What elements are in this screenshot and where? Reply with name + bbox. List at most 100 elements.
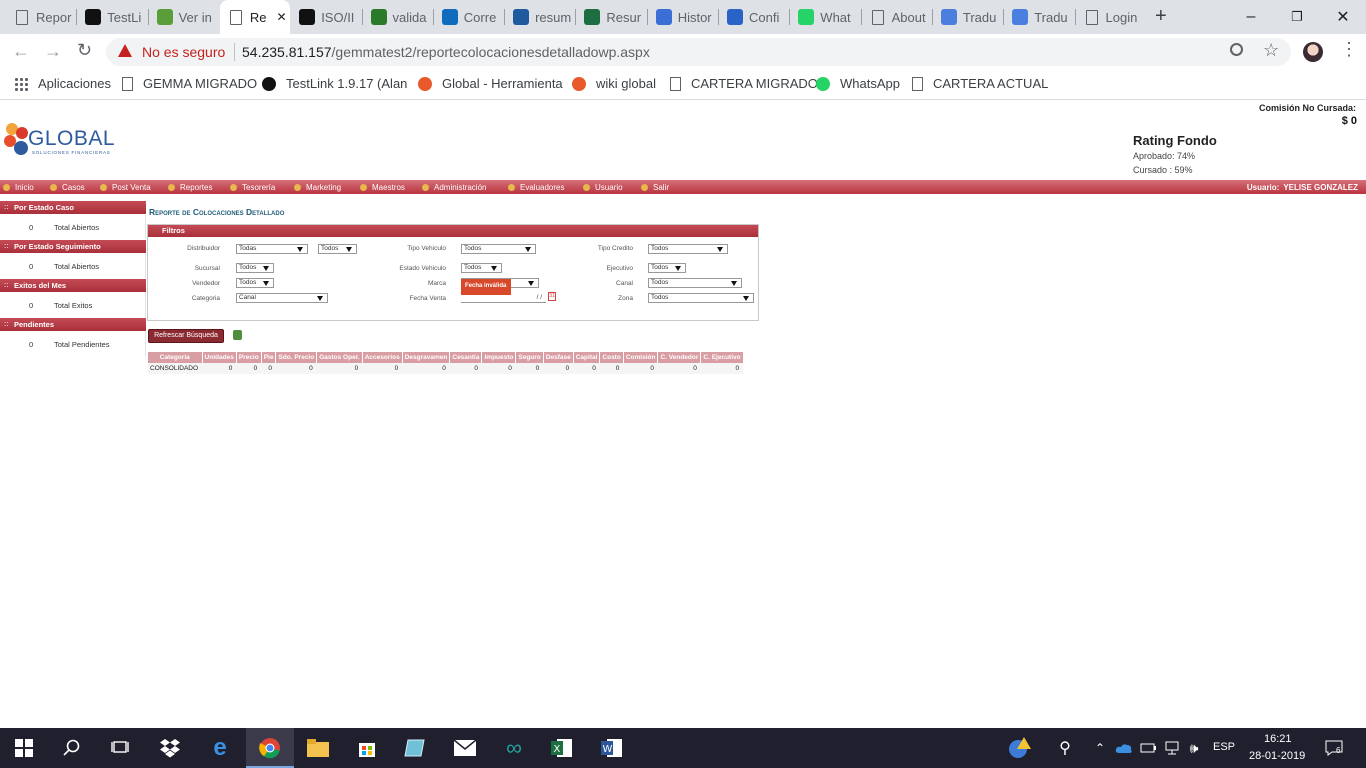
- search-icon[interactable]: [60, 736, 84, 760]
- menu-item-marketing[interactable]: Marketing: [294, 181, 341, 193]
- browser-tab[interactable]: Confi: [719, 0, 789, 34]
- menu-item-usuario[interactable]: Usuario: [583, 181, 623, 193]
- sidebar-item[interactable]: 0 Total Exitos: [0, 293, 146, 317]
- close-window-button[interactable]: ✕: [1320, 0, 1366, 34]
- browser-tab[interactable]: About: [862, 0, 932, 34]
- notifications-icon[interactable]: 6: [1322, 736, 1346, 760]
- store-icon[interactable]: [355, 736, 379, 760]
- arduino-icon[interactable]: ∞: [502, 735, 526, 760]
- tipo-vehiculo-select[interactable]: Todos: [461, 244, 536, 254]
- browser-tab[interactable]: Resur: [576, 0, 646, 34]
- file-explorer-icon[interactable]: [306, 736, 330, 760]
- battery-icon[interactable]: [1136, 736, 1160, 760]
- bookmark-item[interactable]: Global - Herramienta: [418, 76, 563, 91]
- export-excel-icon[interactable]: [233, 330, 242, 340]
- new-tab-button[interactable]: +: [1155, 5, 1167, 28]
- table-column-header[interactable]: Comisión: [623, 352, 659, 363]
- table-column-header[interactable]: Desgravamen: [402, 352, 451, 363]
- browser-tab[interactable]: Corre: [434, 0, 504, 34]
- global-logo[interactable]: GLOBAL SOLUCIONES FINANCIERAS: [2, 121, 117, 161]
- onedrive-icon[interactable]: [1112, 736, 1136, 760]
- task-view-icon[interactable]: [108, 736, 132, 760]
- address-bar[interactable]: No es seguro 54.235.81.157/gemmatest2/re…: [106, 38, 1291, 66]
- distribuidor-sub-select[interactable]: Todos: [318, 244, 357, 254]
- notes-app-icon[interactable]: [403, 736, 427, 760]
- vendedor-select[interactable]: Todos: [236, 278, 274, 288]
- minimize-button[interactable]: –: [1228, 0, 1274, 34]
- clock-time[interactable]: 16:21: [1264, 733, 1292, 745]
- network-icon[interactable]: [1160, 736, 1184, 760]
- menu-item-salir[interactable]: Salir: [641, 181, 669, 193]
- zoom-icon[interactable]: [1230, 43, 1243, 56]
- menu-item-casos[interactable]: Casos: [50, 181, 85, 193]
- bookmark-item[interactable]: GEMMA MIGRADO: [122, 76, 257, 91]
- people-icon[interactable]: ⚲: [1053, 736, 1077, 760]
- bookmark-item[interactable]: WhatsApp: [816, 76, 900, 91]
- close-tab-icon[interactable]: ✕: [277, 10, 287, 24]
- estado-vehiculo-select[interactable]: Todos: [461, 263, 502, 273]
- menu-item-reportes[interactable]: Reportes: [168, 181, 212, 193]
- menu-item-tesoreria[interactable]: Tesorería: [230, 181, 275, 193]
- table-column-header[interactable]: C. Vendedor: [657, 352, 702, 363]
- ejecutivo-select[interactable]: Todos: [648, 263, 686, 273]
- browser-tab[interactable]: TestLi: [77, 0, 147, 34]
- chrome-icon[interactable]: [258, 736, 282, 760]
- table-column-header[interactable]: Impuesto: [481, 352, 517, 363]
- browser-tab[interactable]: Re ✕: [219, 0, 291, 34]
- distribuidor-select[interactable]: Todas: [236, 244, 308, 254]
- security-warning-icon[interactable]: [1008, 736, 1032, 760]
- refresh-search-button[interactable]: Refrescar Búsqueda: [148, 329, 224, 343]
- bookmark-item[interactable]: wiki global: [572, 76, 656, 91]
- table-column-header[interactable]: Gastos Oper.: [316, 352, 363, 363]
- browser-tab[interactable]: resum: [505, 0, 575, 34]
- dropbox-icon[interactable]: [158, 736, 182, 760]
- table-column-header[interactable]: Desfase: [543, 352, 574, 363]
- sidebar-item[interactable]: 0 Total Pendientes: [0, 332, 146, 356]
- browser-tab[interactable]: Tradu: [1004, 0, 1074, 34]
- bookmark-item[interactable]: Aplicaciones: [14, 76, 111, 91]
- table-column-header[interactable]: Costo: [599, 352, 624, 363]
- table-column-header[interactable]: Sdo. Precio: [275, 352, 318, 363]
- table-column-header[interactable]: Cesantia: [449, 352, 483, 363]
- browser-tab[interactable]: valida: [363, 0, 433, 34]
- chrome-menu-icon[interactable]: ⋮: [1340, 39, 1358, 60]
- profile-avatar[interactable]: [1303, 42, 1323, 62]
- browser-tab[interactable]: Repor: [6, 0, 76, 34]
- table-column-header[interactable]: Pie: [261, 352, 277, 363]
- bookmark-item[interactable]: TestLink 1.9.17 (Alan: [262, 76, 407, 91]
- table-column-header[interactable]: Seguro: [515, 352, 544, 363]
- sidebar-item[interactable]: 0 Total Abiertos: [0, 254, 146, 278]
- clock-date[interactable]: 28-01-2019: [1249, 750, 1305, 762]
- excel-icon[interactable]: X: [550, 736, 574, 760]
- back-arrow-icon[interactable]: ←: [12, 41, 30, 62]
- browser-tab[interactable]: ISO/II: [291, 0, 361, 34]
- table-column-header[interactable]: Accesorios: [362, 352, 403, 363]
- table-column-header[interactable]: Categoria: [148, 352, 203, 363]
- sucursal-select[interactable]: Todos: [236, 263, 274, 273]
- reload-icon[interactable]: ↻: [77, 40, 92, 61]
- zona-select[interactable]: Todos: [648, 293, 754, 303]
- browser-tab[interactable]: Histor: [648, 0, 718, 34]
- forward-arrow-icon[interactable]: →: [44, 41, 62, 62]
- menu-item-inicio[interactable]: Inicio: [3, 181, 34, 193]
- menu-item-post-venta[interactable]: Post Venta: [100, 181, 151, 193]
- canal-select[interactable]: Todos: [648, 278, 742, 288]
- bookmark-item[interactable]: CARTERA ACTUAL: [912, 76, 1048, 91]
- table-column-header[interactable]: Unidades: [202, 352, 237, 363]
- mail-icon[interactable]: [453, 736, 477, 760]
- table-column-header[interactable]: Capital: [573, 352, 601, 363]
- browser-tab[interactable]: Ver in: [149, 0, 219, 34]
- browser-tab[interactable]: What: [790, 0, 860, 34]
- menu-item-evaluadores[interactable]: Evaluadores: [508, 181, 564, 193]
- table-column-header[interactable]: Precio: [236, 352, 262, 363]
- table-column-header[interactable]: C. Ejecutivo: [700, 352, 744, 363]
- browser-tab[interactable]: Login: [1076, 0, 1146, 34]
- sidebar-item[interactable]: 0 Total Abiertos: [0, 215, 146, 239]
- categoria-select[interactable]: Canal: [236, 293, 328, 303]
- bookmark-item[interactable]: CARTERA MIGRADO: [670, 76, 818, 91]
- menu-item-maestros[interactable]: Maestros: [360, 181, 405, 193]
- windows-start-icon[interactable]: [12, 736, 36, 760]
- restore-button[interactable]: ❐: [1274, 0, 1320, 34]
- language-indicator[interactable]: ESP: [1213, 741, 1235, 753]
- edge-icon[interactable]: e: [208, 734, 232, 761]
